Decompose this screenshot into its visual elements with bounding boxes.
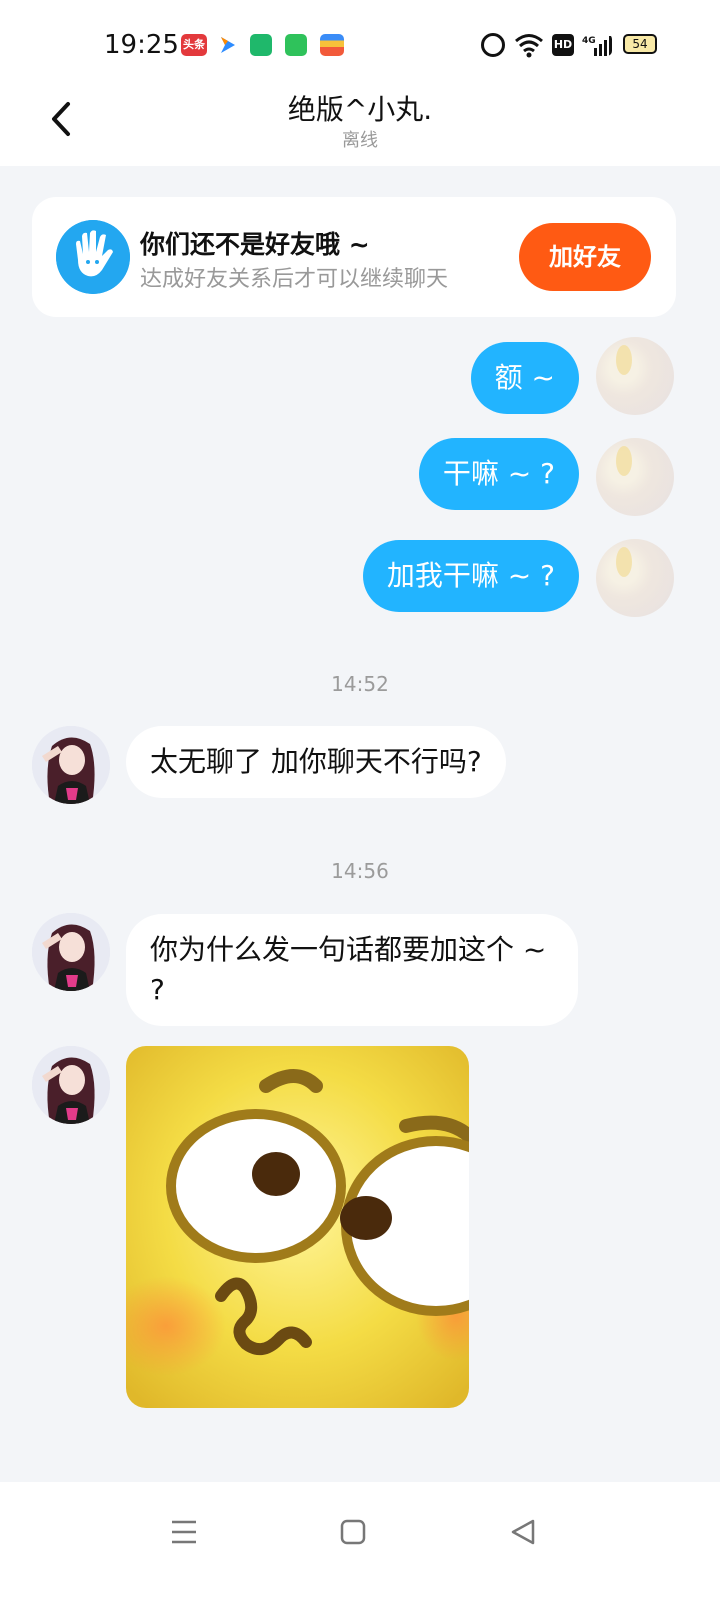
home-icon[interactable] — [333, 1512, 373, 1552]
contact-avatar[interactable] — [32, 913, 110, 991]
arrow-app-icon — [221, 37, 235, 53]
chat-title: 绝版^小丸. — [287, 93, 433, 126]
multicolor-app-icon — [320, 34, 344, 56]
contact-avatar[interactable] — [32, 726, 110, 804]
message-bubble-outgoing[interactable]: 额 ~ — [470, 342, 579, 414]
battery-icon: 54 — [623, 34, 657, 54]
my-avatar[interactable] — [596, 539, 674, 617]
banner-subtitle: 达成好友关系后才可以继续聊天 — [140, 267, 449, 292]
status-time: 19:25 — [104, 30, 179, 60]
message-timestamp: 14:56 — [331, 859, 389, 883]
hd-icon: HD — [552, 34, 574, 56]
wifi-icon — [515, 34, 543, 58]
hand-wave-icon — [56, 220, 130, 294]
green-app-icon — [250, 34, 272, 56]
add-friend-button[interactable]: 加好友 — [519, 223, 651, 291]
online-status: 离线 — [342, 130, 378, 151]
svg-text:4G: 4G — [582, 36, 596, 46]
my-avatar[interactable] — [596, 337, 674, 415]
message-app-icon — [285, 34, 307, 56]
signal-4g-icon: 4G — [582, 36, 612, 56]
system-navigation-bar — [0, 1482, 720, 1600]
menu-icon[interactable] — [164, 1512, 204, 1552]
emoji-sticker-image[interactable] — [126, 1046, 469, 1408]
message-bubble-outgoing[interactable]: 加我干嘛 ~ ? — [362, 540, 579, 612]
status-bar: 19:25 头条 HD 4G 54 — [0, 0, 720, 80]
toutiao-icon: 头条 — [181, 34, 207, 56]
not-friends-banner: 你们还不是好友哦 ~ 达成好友关系后才可以继续聊天 加好友 — [32, 197, 676, 317]
message-bubble-outgoing[interactable]: 干嘛 ~ ? — [418, 438, 579, 510]
my-avatar[interactable] — [596, 438, 674, 516]
contact-avatar[interactable] — [32, 1046, 110, 1124]
back-triangle-icon[interactable] — [503, 1512, 543, 1552]
banner-title: 你们还不是好友哦 ~ — [140, 230, 370, 259]
chat-header: 绝版^小丸. 离线 — [0, 80, 720, 166]
message-timestamp: 14:52 — [331, 672, 389, 696]
alarm-icon — [481, 33, 505, 57]
message-bubble-incoming[interactable]: 你为什么发一句话都要加这个 ~ ? — [126, 914, 578, 1026]
message-bubble-incoming[interactable]: 太无聊了 加你聊天不行吗? — [126, 726, 506, 798]
